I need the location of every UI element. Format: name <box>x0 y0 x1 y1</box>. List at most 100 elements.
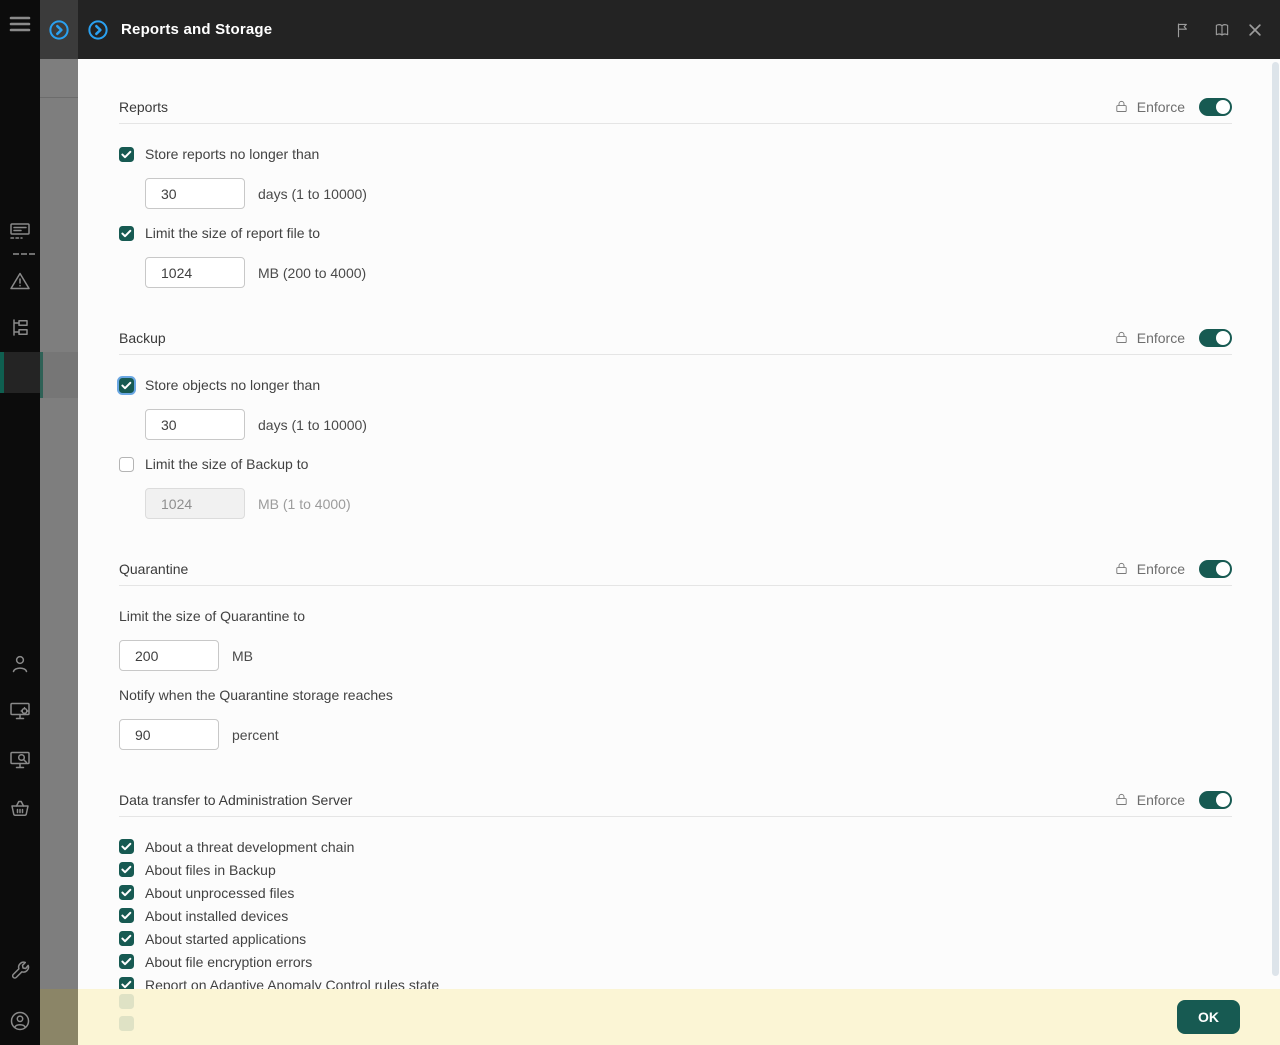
field-suffix-label: MB <box>232 648 253 664</box>
checkbox-label: About a threat development chain <box>145 839 354 855</box>
monitor-search-icon[interactable] <box>8 748 32 772</box>
section-title: Quarantine <box>119 561 1114 577</box>
settings-content: ReportsEnforceStore reports no longer th… <box>78 59 1280 989</box>
section-divider <box>119 123 1232 124</box>
sidebar-divider <box>13 253 35 255</box>
enforce-control: Enforce <box>1114 560 1232 578</box>
users-icon[interactable] <box>8 652 32 676</box>
limit-backup-size-checkbox[interactable] <box>119 457 134 472</box>
backup-days-input-row: days (1 to 10000) <box>145 409 1232 440</box>
field-suffix-label: MB (200 to 4000) <box>258 265 366 281</box>
store-reports-checkbox[interactable] <box>119 147 134 162</box>
checkbox-label: Report on Adaptive Anomaly Control rules… <box>145 977 439 990</box>
field-suffix-label: MB (1 to 4000) <box>258 496 351 512</box>
adaptive-anomaly-checkbox[interactable] <box>119 977 134 989</box>
modal-header: Reports and Storage <box>78 0 1280 59</box>
enforce-control: Enforce <box>1114 329 1232 347</box>
dimmed-background-column <box>40 0 78 1045</box>
threat-chain-checkbox-row: About a threat development chain <box>119 837 1232 856</box>
installed-devices-checkbox-row: About installed devices <box>119 906 1232 925</box>
report-size-input[interactable] <box>145 257 245 288</box>
obscured-checkbox <box>119 1016 134 1031</box>
enforce-toggle[interactable] <box>1199 98 1232 116</box>
chevron-circle-icon <box>87 19 109 41</box>
app-sidebar <box>0 0 40 1045</box>
section-data-transfer: Data transfer to Administration Server En… <box>119 790 1232 989</box>
section-divider <box>119 585 1232 586</box>
checkbox-label: About unprocessed files <box>145 885 294 901</box>
book-icon[interactable] <box>1213 21 1231 39</box>
footer-bar: OK <box>78 989 1280 1045</box>
report-days-input[interactable] <box>145 178 245 209</box>
wrench-icon[interactable] <box>8 959 32 983</box>
file-encryption-errors-checkbox-row: About file encryption errors <box>119 952 1232 971</box>
enforce-control: Enforce <box>1114 98 1232 116</box>
report-size-input-row: MB (200 to 4000) <box>145 257 1232 288</box>
section-title: Backup <box>119 330 1114 346</box>
enforce-toggle[interactable] <box>1199 791 1232 809</box>
checkbox-label: About file encryption errors <box>145 954 312 970</box>
enforce-label: Enforce <box>1137 792 1185 808</box>
checkbox-label: About files in Backup <box>145 862 276 878</box>
section-quarantine: QuarantineEnforceLimit the size of Quara… <box>119 559 1232 750</box>
section-divider <box>119 816 1232 817</box>
threat-chain-checkbox[interactable] <box>119 839 134 854</box>
dimmed-nav-header <box>40 0 78 59</box>
monitor-gear-icon[interactable] <box>8 699 32 723</box>
dimmed-selected-row <box>40 352 78 398</box>
lock-icon <box>1114 561 1129 578</box>
unprocessed-files-checkbox[interactable] <box>119 885 134 900</box>
scrollbar-thumb[interactable] <box>1272 62 1279 976</box>
started-applications-checkbox[interactable] <box>119 931 134 946</box>
adaptive-anomaly-checkbox-row: Report on Adaptive Anomaly Control rules… <box>119 975 1232 989</box>
enforce-control: Enforce <box>1114 791 1232 809</box>
store-objects-checkbox-row: Store objects no longer than <box>119 375 1232 395</box>
quarantine-size-input-row: MB <box>119 640 1232 671</box>
lock-icon <box>1114 330 1129 347</box>
backup-size-input[interactable] <box>145 488 245 519</box>
section-title: Data transfer to Administration Server <box>119 792 1114 808</box>
quarantine-notify-input[interactable] <box>119 719 219 750</box>
devices-icon[interactable] <box>8 219 32 243</box>
dimmed-footer-strip <box>40 989 78 1045</box>
settings-modal: Reports and Storage ReportsEnforceStore … <box>78 0 1280 1045</box>
close-icon[interactable] <box>1246 21 1264 39</box>
started-applications-checkbox-row: About started applications <box>119 929 1232 948</box>
backup-size-input-row: MB (1 to 4000) <box>145 488 1232 519</box>
quarantine-notify-label: Notify when the Quarantine storage reach… <box>119 685 1232 705</box>
enforce-label: Enforce <box>1137 330 1185 346</box>
selection-indicator <box>0 352 4 393</box>
files-backup-checkbox[interactable] <box>119 862 134 877</box>
page-title: Reports and Storage <box>121 21 1174 38</box>
dimmed-divider <box>40 97 78 98</box>
chevron-circle-icon <box>48 19 70 41</box>
store-objects-checkbox[interactable] <box>119 378 134 393</box>
installed-devices-checkbox[interactable] <box>119 908 134 923</box>
quarantine-notify-input-row: percent <box>119 719 1232 750</box>
limit-report-size-checkbox[interactable] <box>119 226 134 241</box>
hierarchy-icon[interactable] <box>8 316 32 340</box>
basket-icon[interactable] <box>8 796 32 820</box>
store-reports-checkbox-row: Store reports no longer than <box>119 144 1232 164</box>
checkbox-label: Limit the size of report file to <box>145 225 320 241</box>
obscured-checkbox <box>119 994 134 1009</box>
quarantine-size-input[interactable] <box>119 640 219 671</box>
unprocessed-files-checkbox-row: About unprocessed files <box>119 883 1232 902</box>
file-encryption-errors-checkbox[interactable] <box>119 954 134 969</box>
flag-icon[interactable] <box>1174 21 1192 39</box>
report-days-input-row: days (1 to 10000) <box>145 178 1232 209</box>
lock-icon <box>1114 99 1129 116</box>
menu-icon[interactable] <box>8 12 32 36</box>
limit-report-size-checkbox-row: Limit the size of report file to <box>119 223 1232 243</box>
lock-icon <box>1114 792 1129 809</box>
sidebar-selected-item[interactable] <box>0 352 40 393</box>
account-icon[interactable] <box>8 1009 32 1033</box>
ok-button[interactable]: OK <box>1177 1000 1240 1034</box>
field-suffix-label: percent <box>232 727 279 743</box>
enforce-label: Enforce <box>1137 99 1185 115</box>
limit-backup-size-checkbox-row: Limit the size of Backup to <box>119 454 1232 474</box>
backup-days-input[interactable] <box>145 409 245 440</box>
alerts-icon[interactable] <box>8 269 32 293</box>
enforce-toggle[interactable] <box>1199 560 1232 578</box>
enforce-toggle[interactable] <box>1199 329 1232 347</box>
